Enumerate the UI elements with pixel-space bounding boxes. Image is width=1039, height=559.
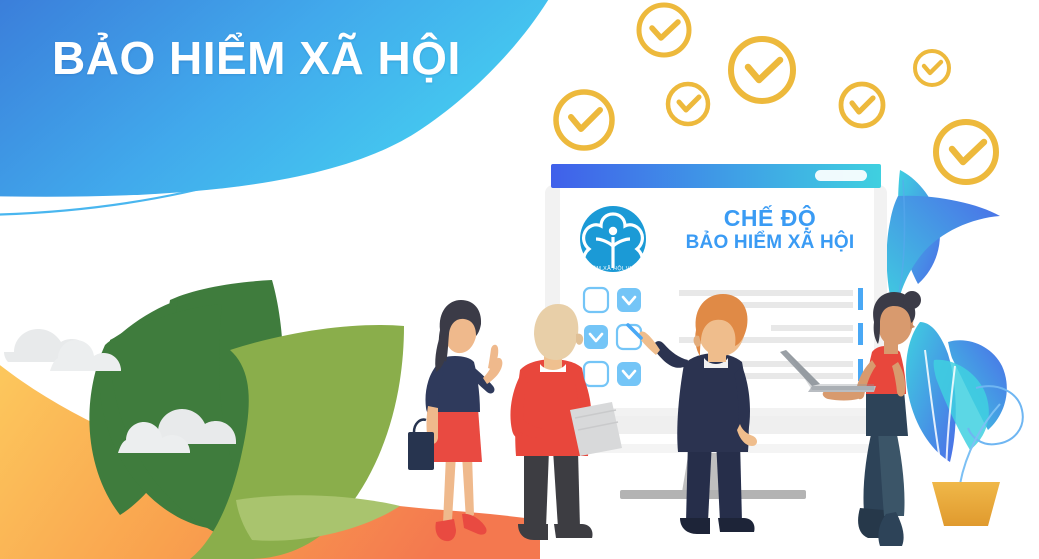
- content-accent-2: [858, 323, 863, 345]
- checkbox-r3c2[interactable]: [617, 362, 641, 386]
- hair-bun: [903, 291, 921, 309]
- monitor-stand-base: [620, 490, 806, 499]
- page-title: BẢO HIỂM XÃ HỘI: [52, 32, 461, 84]
- svg-text:BẢO HIỂM XÃ HỘI VIỆT NAM: BẢO HIỂM XÃ HỘI VIỆT NAM: [572, 264, 655, 272]
- checkbox-r2c1[interactable]: [584, 325, 608, 349]
- content-accent-1: [858, 288, 863, 310]
- titlebar-pill[interactable]: [815, 170, 867, 181]
- plant-pot: [932, 482, 1000, 526]
- screen-heading-line2: BẢO HIỂM XÃ HỘI: [685, 231, 855, 253]
- checkbox-r3c1[interactable]: [582, 360, 610, 388]
- checkbox-r1c2[interactable]: [617, 288, 641, 312]
- banner-canvas: BẢO HIỂM XÃ HỘI VIỆT NAM BẢO HIỂM XÃ HỘI…: [0, 0, 1039, 559]
- checkbox-r2c2[interactable]: [615, 323, 643, 351]
- screen-heading-line1: CHẾ ĐỘ: [723, 205, 817, 231]
- checkbox-r1c1[interactable]: [582, 286, 610, 314]
- screen-heading: CHẾ ĐỘ BẢO HIỂM XÃ HỘI: [660, 205, 880, 253]
